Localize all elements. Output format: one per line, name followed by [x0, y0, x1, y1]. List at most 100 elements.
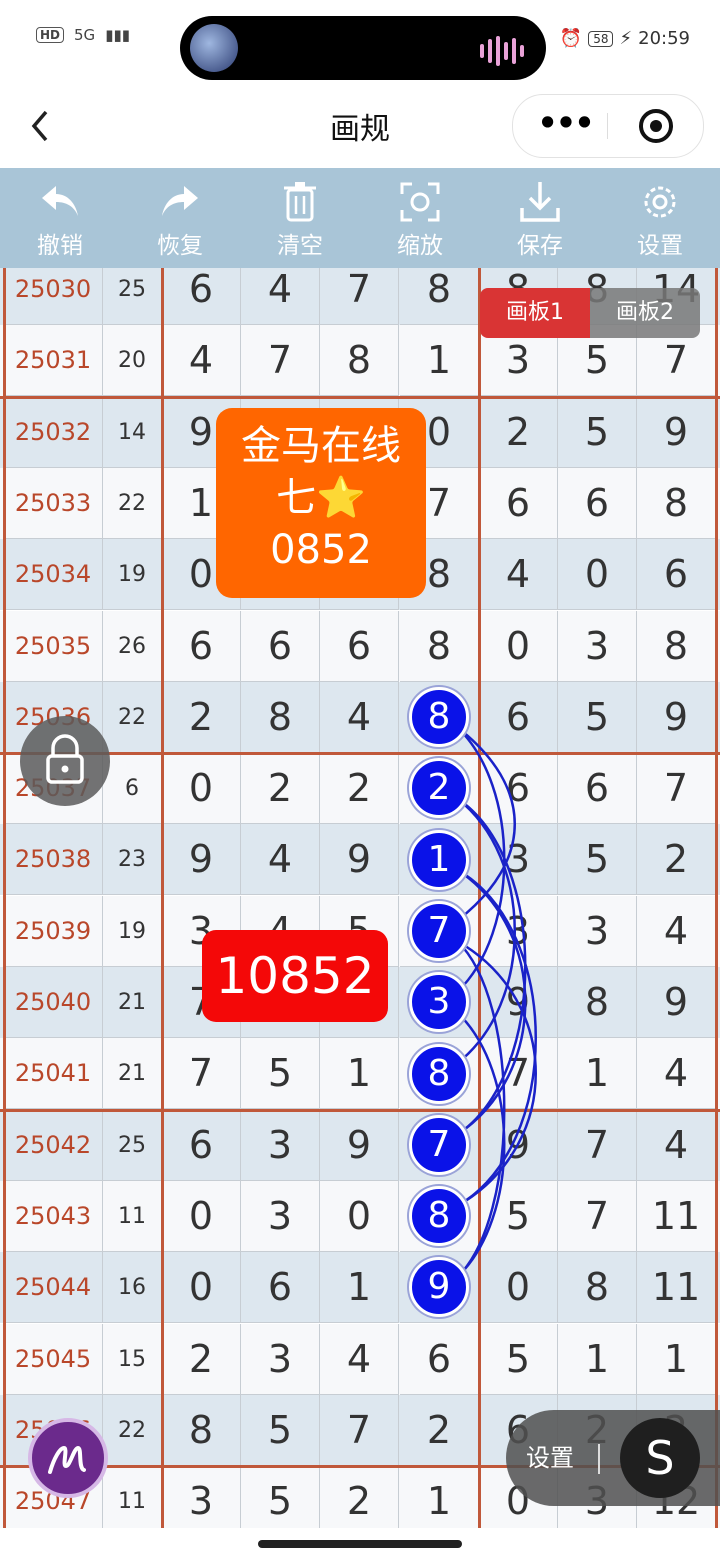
- digit-cell[interactable]: 0: [479, 1252, 558, 1324]
- digit-cell[interactable]: 2: [400, 1394, 479, 1466]
- digit-cell[interactable]: 6: [241, 1252, 320, 1324]
- digit-cell[interactable]: 6: [479, 467, 558, 539]
- clear-button[interactable]: 清空: [240, 168, 360, 268]
- digit-cell[interactable]: 1: [637, 1323, 716, 1395]
- digit-cell[interactable]: 7: [558, 1180, 637, 1252]
- circled-number[interactable]: 8: [409, 687, 469, 747]
- tab-board-1[interactable]: 画板1: [480, 288, 590, 338]
- digit-cell[interactable]: 5: [241, 1466, 320, 1528]
- digit-cell[interactable]: 4: [320, 681, 399, 753]
- digit-cell[interactable]: 3: [241, 1323, 320, 1395]
- digit-cell[interactable]: 6: [241, 610, 320, 682]
- close-target-button[interactable]: [639, 109, 673, 143]
- digit-cell[interactable]: 8: [558, 967, 637, 1038]
- digit-cell[interactable]: 6: [162, 1109, 241, 1181]
- circled-number[interactable]: 2: [409, 758, 469, 819]
- brush-button[interactable]: [28, 1418, 108, 1498]
- digit-cell[interactable]: 6: [320, 610, 399, 682]
- tab-board-2[interactable]: 画板2: [590, 288, 700, 338]
- digit-cell[interactable]: 4: [637, 895, 716, 967]
- digit-cell[interactable]: 1: [320, 1252, 399, 1324]
- save-button[interactable]: 保存: [480, 168, 600, 268]
- digit-cell[interactable]: 8: [400, 610, 479, 682]
- digit-cell[interactable]: 2: [241, 753, 320, 825]
- digit-cell[interactable]: 5: [241, 1394, 320, 1466]
- digit-cell[interactable]: 8: [637, 610, 716, 682]
- digit-cell[interactable]: 6: [479, 753, 558, 825]
- digit-cell[interactable]: 4: [241, 824, 320, 896]
- settings-button[interactable]: 设置: [600, 168, 720, 268]
- digit-cell[interactable]: 5: [558, 396, 637, 468]
- digit-cell[interactable]: 8: [558, 1252, 637, 1324]
- digit-cell[interactable]: 4: [320, 1323, 399, 1395]
- digit-cell[interactable]: 11: [637, 1252, 716, 1324]
- digit-cell[interactable]: 1: [400, 325, 479, 397]
- circled-number[interactable]: 7: [409, 900, 469, 961]
- digit-cell[interactable]: 5: [241, 1038, 320, 1110]
- digit-cell[interactable]: 1: [558, 1323, 637, 1395]
- digit-cell[interactable]: 0: [479, 610, 558, 682]
- digit-cell[interactable]: 9: [320, 1109, 399, 1181]
- digit-cell[interactable]: 2: [637, 824, 716, 896]
- digit-cell[interactable]: 5: [558, 824, 637, 896]
- digit-cell[interactable]: 3: [558, 895, 637, 967]
- digit-cell[interactable]: 6: [637, 539, 716, 611]
- digit-cell[interactable]: 0: [162, 1180, 241, 1252]
- more-button[interactable]: •••: [535, 95, 595, 157]
- digit-cell[interactable]: 3: [558, 610, 637, 682]
- digit-cell[interactable]: 7: [241, 325, 320, 397]
- digit-cell[interactable]: 4: [162, 325, 241, 397]
- digit-cell[interactable]: 5: [479, 1323, 558, 1395]
- digit-cell[interactable]: 1: [400, 1466, 479, 1528]
- digit-cell[interactable]: 0: [558, 539, 637, 611]
- digit-cell[interactable]: 9: [162, 824, 241, 896]
- digit-cell[interactable]: 3: [162, 1466, 241, 1528]
- digit-cell[interactable]: 8: [241, 681, 320, 753]
- digit-cell[interactable]: 7: [320, 1394, 399, 1466]
- digit-cell[interactable]: 9: [637, 967, 716, 1038]
- circled-number[interactable]: 8: [409, 1043, 469, 1104]
- circled-number[interactable]: 3: [409, 972, 469, 1033]
- digit-cell[interactable]: 6: [558, 753, 637, 825]
- digit-cell[interactable]: 4: [241, 268, 320, 325]
- digit-cell[interactable]: 8: [637, 467, 716, 539]
- digit-cell[interactable]: 3: [479, 824, 558, 896]
- digit-cell[interactable]: 2: [320, 1466, 399, 1528]
- digit-cell[interactable]: 2: [162, 1323, 241, 1395]
- digit-cell[interactable]: 7: [320, 268, 399, 325]
- digit-cell[interactable]: 8: [162, 1394, 241, 1466]
- digit-cell[interactable]: 7: [479, 1038, 558, 1110]
- digit-cell[interactable]: 3: [241, 1109, 320, 1181]
- digit-cell[interactable]: 9: [320, 824, 399, 896]
- digit-cell[interactable]: 9: [637, 396, 716, 468]
- circled-number[interactable]: 8: [409, 1186, 469, 1247]
- digit-cell[interactable]: 11: [637, 1180, 716, 1252]
- circled-number[interactable]: 7: [409, 1114, 469, 1175]
- digit-cell[interactable]: 1: [320, 1038, 399, 1110]
- digit-cell[interactable]: 0: [162, 1252, 241, 1324]
- undo-button[interactable]: 撤销: [0, 168, 120, 268]
- digit-cell[interactable]: 6: [162, 268, 241, 325]
- home-indicator[interactable]: [258, 1540, 462, 1548]
- zoom-button[interactable]: 缩放: [360, 168, 480, 268]
- float-settings-button[interactable]: 设置: [526, 1410, 574, 1506]
- digit-cell[interactable]: 1: [558, 1038, 637, 1110]
- digit-cell[interactable]: 4: [479, 539, 558, 611]
- s-button[interactable]: S: [620, 1418, 700, 1498]
- digit-cell[interactable]: 3: [479, 895, 558, 967]
- circled-number[interactable]: 9: [409, 1257, 469, 1318]
- digit-cell[interactable]: 7: [637, 753, 716, 825]
- digit-cell[interactable]: 6: [162, 610, 241, 682]
- digit-cell[interactable]: 6: [400, 1323, 479, 1395]
- digit-cell[interactable]: 0: [320, 1180, 399, 1252]
- digit-cell[interactable]: 5: [558, 681, 637, 753]
- circled-number[interactable]: 1: [409, 829, 469, 890]
- redo-button[interactable]: 恢复: [120, 168, 240, 268]
- digit-cell[interactable]: 6: [479, 681, 558, 753]
- digit-cell[interactable]: 4: [637, 1109, 716, 1181]
- lock-button[interactable]: [20, 716, 110, 806]
- digit-cell[interactable]: 0: [162, 753, 241, 825]
- digit-cell[interactable]: 2: [162, 681, 241, 753]
- digit-cell[interactable]: 5: [479, 1180, 558, 1252]
- digit-cell[interactable]: 3: [241, 1180, 320, 1252]
